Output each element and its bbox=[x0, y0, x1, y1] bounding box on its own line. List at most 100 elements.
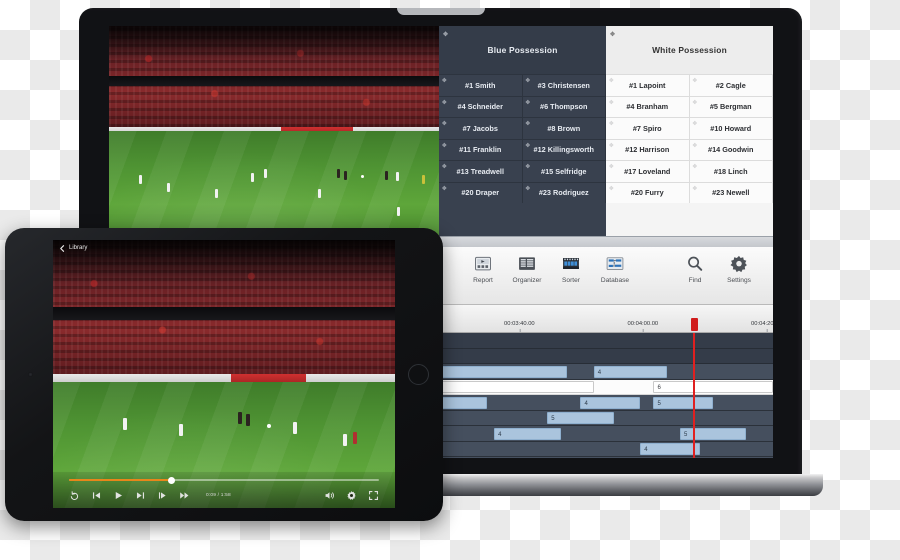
player-cell[interactable]: ✥ #12 Killingsworth bbox=[522, 138, 606, 160]
timeline-clip[interactable]: 5 bbox=[653, 396, 714, 409]
playhead-handle[interactable] bbox=[690, 318, 698, 331]
player-cell[interactable]: ✥ #14 Goodwin bbox=[689, 138, 773, 160]
pin-icon[interactable]: ✥ bbox=[693, 121, 698, 127]
player-cell[interactable]: ✥ #7 Jacobs bbox=[439, 117, 523, 139]
pin-icon[interactable]: ✥ bbox=[442, 78, 447, 84]
player-cell[interactable]: ✥ #13 Treadwell bbox=[439, 160, 523, 182]
chevron-left-icon[interactable] bbox=[59, 240, 66, 257]
laptop-upper-region: ✥ Blue Possession ✥ #1 Smith ✥ #4 Schneider ✥ #… bbox=[109, 26, 773, 236]
player-cell[interactable]: ✥ #15 Selfridge bbox=[522, 160, 606, 182]
player-name: #12 Killingsworth bbox=[533, 145, 594, 155]
player-cell[interactable]: ✥ #7 Spiro bbox=[606, 117, 690, 139]
player-cell[interactable]: ✥ #2 Cagle bbox=[689, 74, 773, 96]
pin-icon[interactable]: ✥ bbox=[693, 100, 698, 106]
toolbar-button-find[interactable]: Find bbox=[673, 254, 717, 284]
player-cell[interactable]: ✥ #12 Harrison bbox=[606, 138, 690, 160]
pin-icon[interactable]: ✥ bbox=[526, 164, 531, 170]
pin-icon[interactable]: ✥ bbox=[693, 78, 698, 84]
toolbar-button-report[interactable]: Report bbox=[461, 254, 505, 284]
player-cell[interactable]: ✥ #10 Howard bbox=[689, 117, 773, 139]
player-figure bbox=[238, 412, 242, 424]
back-label[interactable]: Library bbox=[69, 245, 87, 251]
pin-icon[interactable]: ✥ bbox=[610, 31, 615, 38]
timeline-clip[interactable]: 4 bbox=[593, 365, 667, 378]
toolbar-button-label: Database bbox=[600, 277, 630, 284]
pin-icon[interactable]: ✥ bbox=[442, 121, 447, 127]
player-name: #15 Selfridge bbox=[541, 166, 587, 176]
pin-icon[interactable]: ✥ bbox=[609, 121, 614, 127]
player-cell[interactable]: ✥ #5 Bergman bbox=[689, 95, 773, 117]
pin-icon[interactable]: ✥ bbox=[442, 164, 447, 170]
pin-icon[interactable]: ✥ bbox=[609, 100, 614, 106]
timeline-clip[interactable]: 4 bbox=[640, 443, 700, 455]
timeline-tick: 00:04:00.00 bbox=[628, 317, 658, 332]
player-cell[interactable]: ✥ #23 Rodriguez bbox=[522, 181, 606, 203]
report-icon bbox=[471, 254, 495, 274]
gear-icon[interactable] bbox=[346, 490, 357, 501]
pin-icon[interactable]: ✥ bbox=[693, 164, 698, 170]
pin-icon[interactable]: ✥ bbox=[442, 186, 447, 192]
scrubber-track[interactable] bbox=[69, 476, 379, 484]
step-forward-icon[interactable] bbox=[157, 490, 168, 501]
player-cell[interactable]: ✥ #8 Brown bbox=[522, 117, 606, 139]
player-name: #2 Cagle bbox=[715, 80, 746, 90]
player-cell[interactable]: ✥ #4 Schneider bbox=[439, 95, 523, 117]
pin-icon[interactable]: ✥ bbox=[526, 186, 531, 192]
player-cell[interactable]: ✥ #20 Furry bbox=[606, 181, 690, 203]
player-cell[interactable]: ✥ #11 Franklin bbox=[439, 138, 523, 160]
pin-icon[interactable]: ✥ bbox=[609, 164, 614, 170]
skip-forward-icon[interactable] bbox=[135, 490, 146, 501]
timeline-clip[interactable]: 4 bbox=[494, 427, 561, 440]
player-cell[interactable]: ✥ #1 Smith bbox=[439, 74, 523, 96]
timeline-clip[interactable]: 6 bbox=[653, 381, 773, 393]
player-figure bbox=[264, 169, 267, 178]
fast-forward-icon[interactable] bbox=[179, 490, 190, 501]
toolbar-button-settings[interactable]: Settings bbox=[717, 254, 761, 284]
pin-icon[interactable]: ✥ bbox=[526, 100, 531, 106]
player-figure bbox=[139, 175, 142, 184]
player-grid: ✥ #1 Smith ✥ #4 Schneider ✥ #7 Jacobs ✥ #11 Fra… bbox=[439, 74, 606, 236]
pin-icon[interactable]: ✥ bbox=[609, 186, 614, 192]
skip-back-icon[interactable] bbox=[91, 490, 102, 501]
player-cell[interactable]: ✥ #6 Thompson bbox=[522, 95, 606, 117]
pin-icon[interactable]: ✥ bbox=[526, 78, 531, 84]
player-cell[interactable]: ✥ #18 Linch bbox=[689, 160, 773, 182]
player-figure bbox=[246, 414, 250, 426]
pin-icon[interactable]: ✥ bbox=[609, 78, 614, 84]
toolbar-button-sorter[interactable]: Sorter bbox=[549, 254, 593, 284]
laptop-notch bbox=[396, 8, 485, 15]
pin-icon[interactable]: ✥ bbox=[443, 31, 448, 38]
pin-icon[interactable]: ✥ bbox=[693, 143, 698, 149]
pin-icon[interactable]: ✥ bbox=[526, 143, 531, 149]
toolbar-button-database[interactable]: Database bbox=[593, 254, 637, 284]
timeline-clip[interactable]: 4 bbox=[580, 396, 641, 409]
pin-icon[interactable]: ✥ bbox=[693, 186, 698, 192]
playback-time: 0:09 / 1:58 bbox=[206, 492, 231, 498]
home-button[interactable] bbox=[408, 364, 429, 385]
pin-icon[interactable]: ✥ bbox=[442, 100, 447, 106]
loop-icon[interactable] bbox=[69, 490, 80, 501]
player-cell[interactable]: ✥ #1 Lapoint bbox=[606, 74, 690, 96]
player-cell[interactable]: ✥ #23 Newell bbox=[689, 181, 773, 203]
pin-icon[interactable]: ✥ bbox=[526, 121, 531, 127]
tablet-screen: Library 0:09 / 1:58 bbox=[53, 240, 395, 508]
laptop-video-preview[interactable] bbox=[109, 26, 439, 236]
toolbar-button-label: Find bbox=[688, 277, 702, 284]
player-cell[interactable]: ✥ #3 Christensen bbox=[522, 74, 606, 96]
player-cell[interactable]: ✥ #17 Loveland bbox=[606, 160, 690, 182]
timeline-clip[interactable]: 5 bbox=[680, 427, 747, 440]
fullscreen-icon[interactable] bbox=[368, 490, 379, 501]
timeline-clip[interactable]: 5 bbox=[547, 412, 614, 424]
volume-icon[interactable] bbox=[324, 490, 335, 501]
play-icon[interactable] bbox=[113, 490, 124, 501]
stand-shadow bbox=[109, 26, 439, 60]
ball bbox=[361, 175, 364, 178]
tablet-device: Library 0:09 / 1:58 bbox=[5, 228, 443, 521]
pin-icon[interactable]: ✥ bbox=[442, 143, 447, 149]
playhead[interactable] bbox=[693, 333, 695, 458]
toolbar-button-organizer[interactable]: Organizer bbox=[505, 254, 549, 284]
pin-icon[interactable]: ✥ bbox=[609, 143, 614, 149]
scrubber-handle[interactable] bbox=[167, 476, 175, 484]
player-cell[interactable]: ✥ #20 Draper bbox=[439, 181, 523, 203]
player-cell[interactable]: ✥ #4 Branham bbox=[606, 95, 690, 117]
